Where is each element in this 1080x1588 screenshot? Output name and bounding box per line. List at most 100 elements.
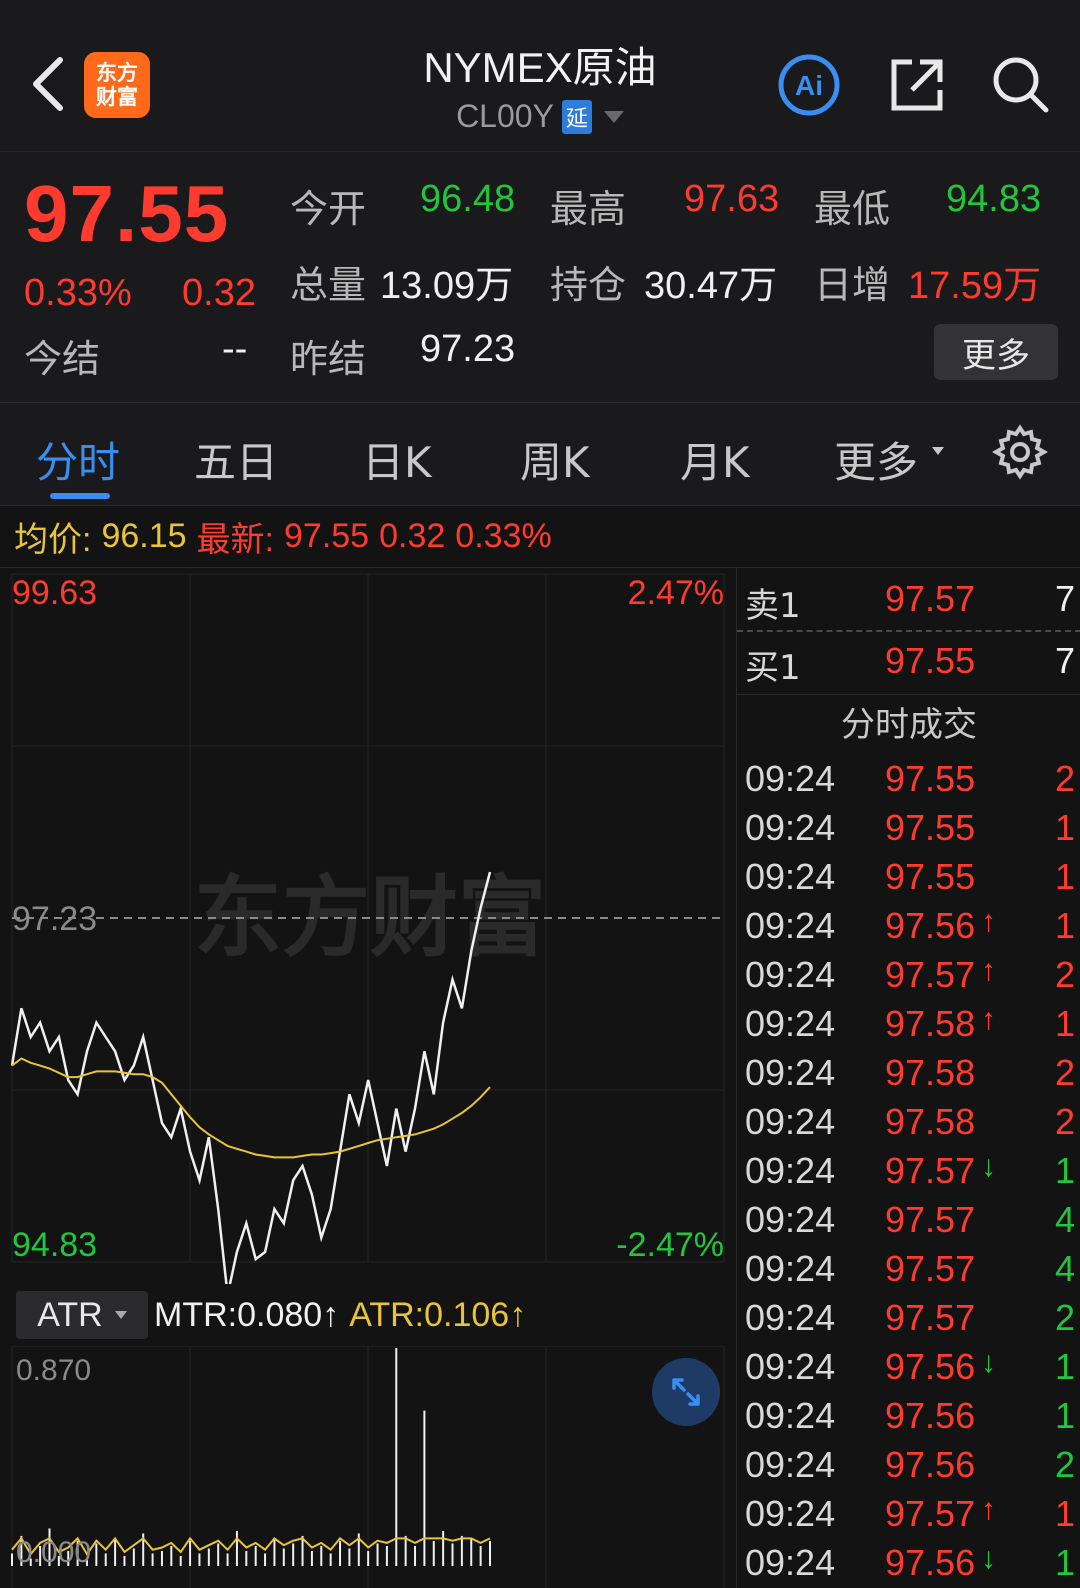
ai-assistant-icon[interactable]: Ai — [776, 52, 842, 118]
tick-time: 09:24 — [745, 905, 836, 946]
tick-volume: 1 — [1054, 807, 1075, 848]
tab-intraday[interactable]: 分时 — [36, 429, 120, 490]
tick-row: 09:24 97.56 2 — [737, 1440, 1080, 1489]
intraday-chart[interactable]: 东方财富99.63 2.47%97.2394.83 -2.47% — [0, 568, 736, 1284]
tick-row: 09:24 97.55 1 — [737, 803, 1080, 852]
period-tabs: 分时 五日 日K 周K 月K 更多 — [0, 402, 1080, 506]
app-logo[interactable]: 东方 财富 — [84, 52, 150, 118]
tick-volume: 4 — [1054, 1199, 1075, 1240]
settle-label: 今结 — [24, 337, 101, 381]
tab-five-day[interactable]: 五日 — [194, 429, 278, 490]
tick-price: 97.57 — [885, 1493, 976, 1534]
tick-arrow: ↓ — [981, 1150, 996, 1183]
tick-row: 09:24 97.56 ↑ 1 — [737, 901, 1080, 950]
tick-time: 09:24 — [745, 1150, 836, 1191]
atr-chart[interactable]: 0.870 0.000 — [0, 1346, 736, 1588]
tick-volume: 1 — [1054, 1150, 1075, 1191]
tick-volume: 4 — [1054, 1248, 1075, 1289]
indicator-select[interactable]: ATR — [16, 1291, 148, 1339]
open-interest-label: 持仓 — [550, 263, 627, 307]
open-interest-value: 30.47万 — [644, 265, 778, 307]
chevron-down-icon — [932, 447, 944, 455]
avg-label: 均价: — [14, 521, 92, 559]
search-icon[interactable] — [988, 52, 1054, 118]
average-price-bar: 均价: 96.15 最新: 97.55 0.32 0.33% — [0, 506, 1080, 568]
tick-arrow: ↓ — [981, 1346, 996, 1379]
latest-label: 最新: — [196, 521, 274, 559]
tick-time: 09:24 — [745, 1493, 836, 1534]
ask-price: 97.57 — [885, 578, 976, 619]
pct-bottom-label: -2.47% — [616, 1226, 724, 1264]
prev-settle-value: 97.23 — [420, 328, 516, 370]
gear-icon[interactable] — [992, 424, 1048, 480]
tick-arrow: ↑ — [981, 1493, 996, 1526]
volume-value: 13.09万 — [380, 265, 514, 307]
page-title: NYMEX原油 — [423, 44, 657, 91]
back-arrow-icon[interactable] — [22, 52, 78, 116]
tick-price: 97.55 — [885, 807, 976, 848]
logo-text-line2: 财富 — [96, 85, 138, 109]
tick-row: 09:24 97.57 2 — [737, 1293, 1080, 1342]
tab-daily-k[interactable]: 日K — [362, 429, 432, 490]
tick-time: 09:24 — [745, 1542, 836, 1583]
symbol-selector[interactable]: CL00Y 延 — [330, 98, 750, 135]
change-value: 0.32 — [182, 272, 256, 314]
tick-price: 97.56 — [885, 1444, 976, 1485]
last-price: 97.55 — [24, 169, 230, 258]
chevron-down-icon — [114, 1311, 127, 1319]
tick-price: 97.56 — [885, 1542, 976, 1583]
share-icon[interactable] — [884, 52, 950, 118]
tick-arrow: ↑ — [981, 1003, 996, 1036]
tick-volume: 1 — [1054, 1493, 1075, 1534]
tick-volume: 2 — [1054, 758, 1075, 799]
tick-price: 97.57 — [885, 954, 976, 995]
tick-row: 09:24 97.58 2 — [737, 1048, 1080, 1097]
tab-monthly-k[interactable]: 月K — [680, 429, 750, 490]
expand-icon[interactable] — [652, 1358, 720, 1426]
tab-more[interactable]: 更多 — [834, 429, 918, 490]
tick-row: 09:24 97.57 ↑ 1 — [737, 1489, 1080, 1538]
latest-change: 0.32 — [379, 517, 446, 555]
tab-weekly-k[interactable]: 周K — [520, 429, 590, 490]
oi-increase-label: 日增 — [814, 263, 891, 307]
tick-arrow: ↑ — [981, 905, 996, 938]
chevron-down-icon — [603, 110, 624, 123]
latest-percent: 0.33% — [455, 517, 552, 555]
tick-time: 09:24 — [745, 807, 836, 848]
more-details-button[interactable]: 更多 — [934, 324, 1058, 380]
tick-time: 09:24 — [745, 856, 836, 897]
tick-row: 09:24 97.56 ↓ 1 — [737, 1538, 1080, 1587]
bid-row[interactable]: 买1 97.55 7 — [737, 630, 1080, 692]
tick-row: 09:24 97.56 1 — [737, 1391, 1080, 1440]
high-value: 97.63 — [684, 178, 780, 220]
open-value: 96.48 — [420, 178, 516, 220]
tick-row: 09:24 97.55 1 — [737, 852, 1080, 901]
quote-panel: 97.55 0.33% 0.32 今开 96.48 最高 97.63 最低 94… — [0, 152, 1080, 402]
average-line — [11, 1057, 491, 1159]
tick-price: 97.56 — [885, 905, 976, 946]
tick-volume: 2 — [1054, 1101, 1075, 1142]
symbol-code: CL00Y — [456, 98, 554, 134]
active-tab-indicator — [50, 493, 110, 499]
tick-volume: 2 — [1054, 1052, 1075, 1093]
logo-text-line1: 东方 — [96, 61, 138, 85]
y-max-label: 99.63 — [12, 574, 97, 612]
tick-time: 09:24 — [745, 1003, 836, 1044]
tick-row: 09:24 97.58 2 — [737, 1097, 1080, 1146]
tick-price: 97.57 — [885, 1248, 976, 1289]
tick-row: 09:24 97.57 ↓ 1 — [737, 1146, 1080, 1195]
tick-arrow: ↓ — [981, 1542, 996, 1575]
atr-value: ATR:0.106↑ — [349, 1295, 527, 1334]
volume-label: 总量 — [290, 263, 367, 307]
ask-row[interactable]: 卖1 97.57 7 — [737, 568, 1080, 632]
settle-value: -- — [222, 328, 248, 370]
tick-row: 09:24 97.57 4 — [737, 1195, 1080, 1244]
tick-time: 09:24 — [745, 1346, 836, 1387]
tick-price: 97.55 — [885, 856, 976, 897]
delay-badge: 延 — [561, 99, 592, 134]
open-label: 今开 — [290, 187, 367, 231]
tick-list[interactable]: 09:24 97.55 2 09:24 97.55 1 09:24 97.55 1 09:24 97… — [737, 754, 1080, 1587]
high-label: 最高 — [550, 187, 627, 231]
tick-volume: 1 — [1054, 1395, 1075, 1436]
latest-value: 97.55 — [284, 517, 370, 555]
